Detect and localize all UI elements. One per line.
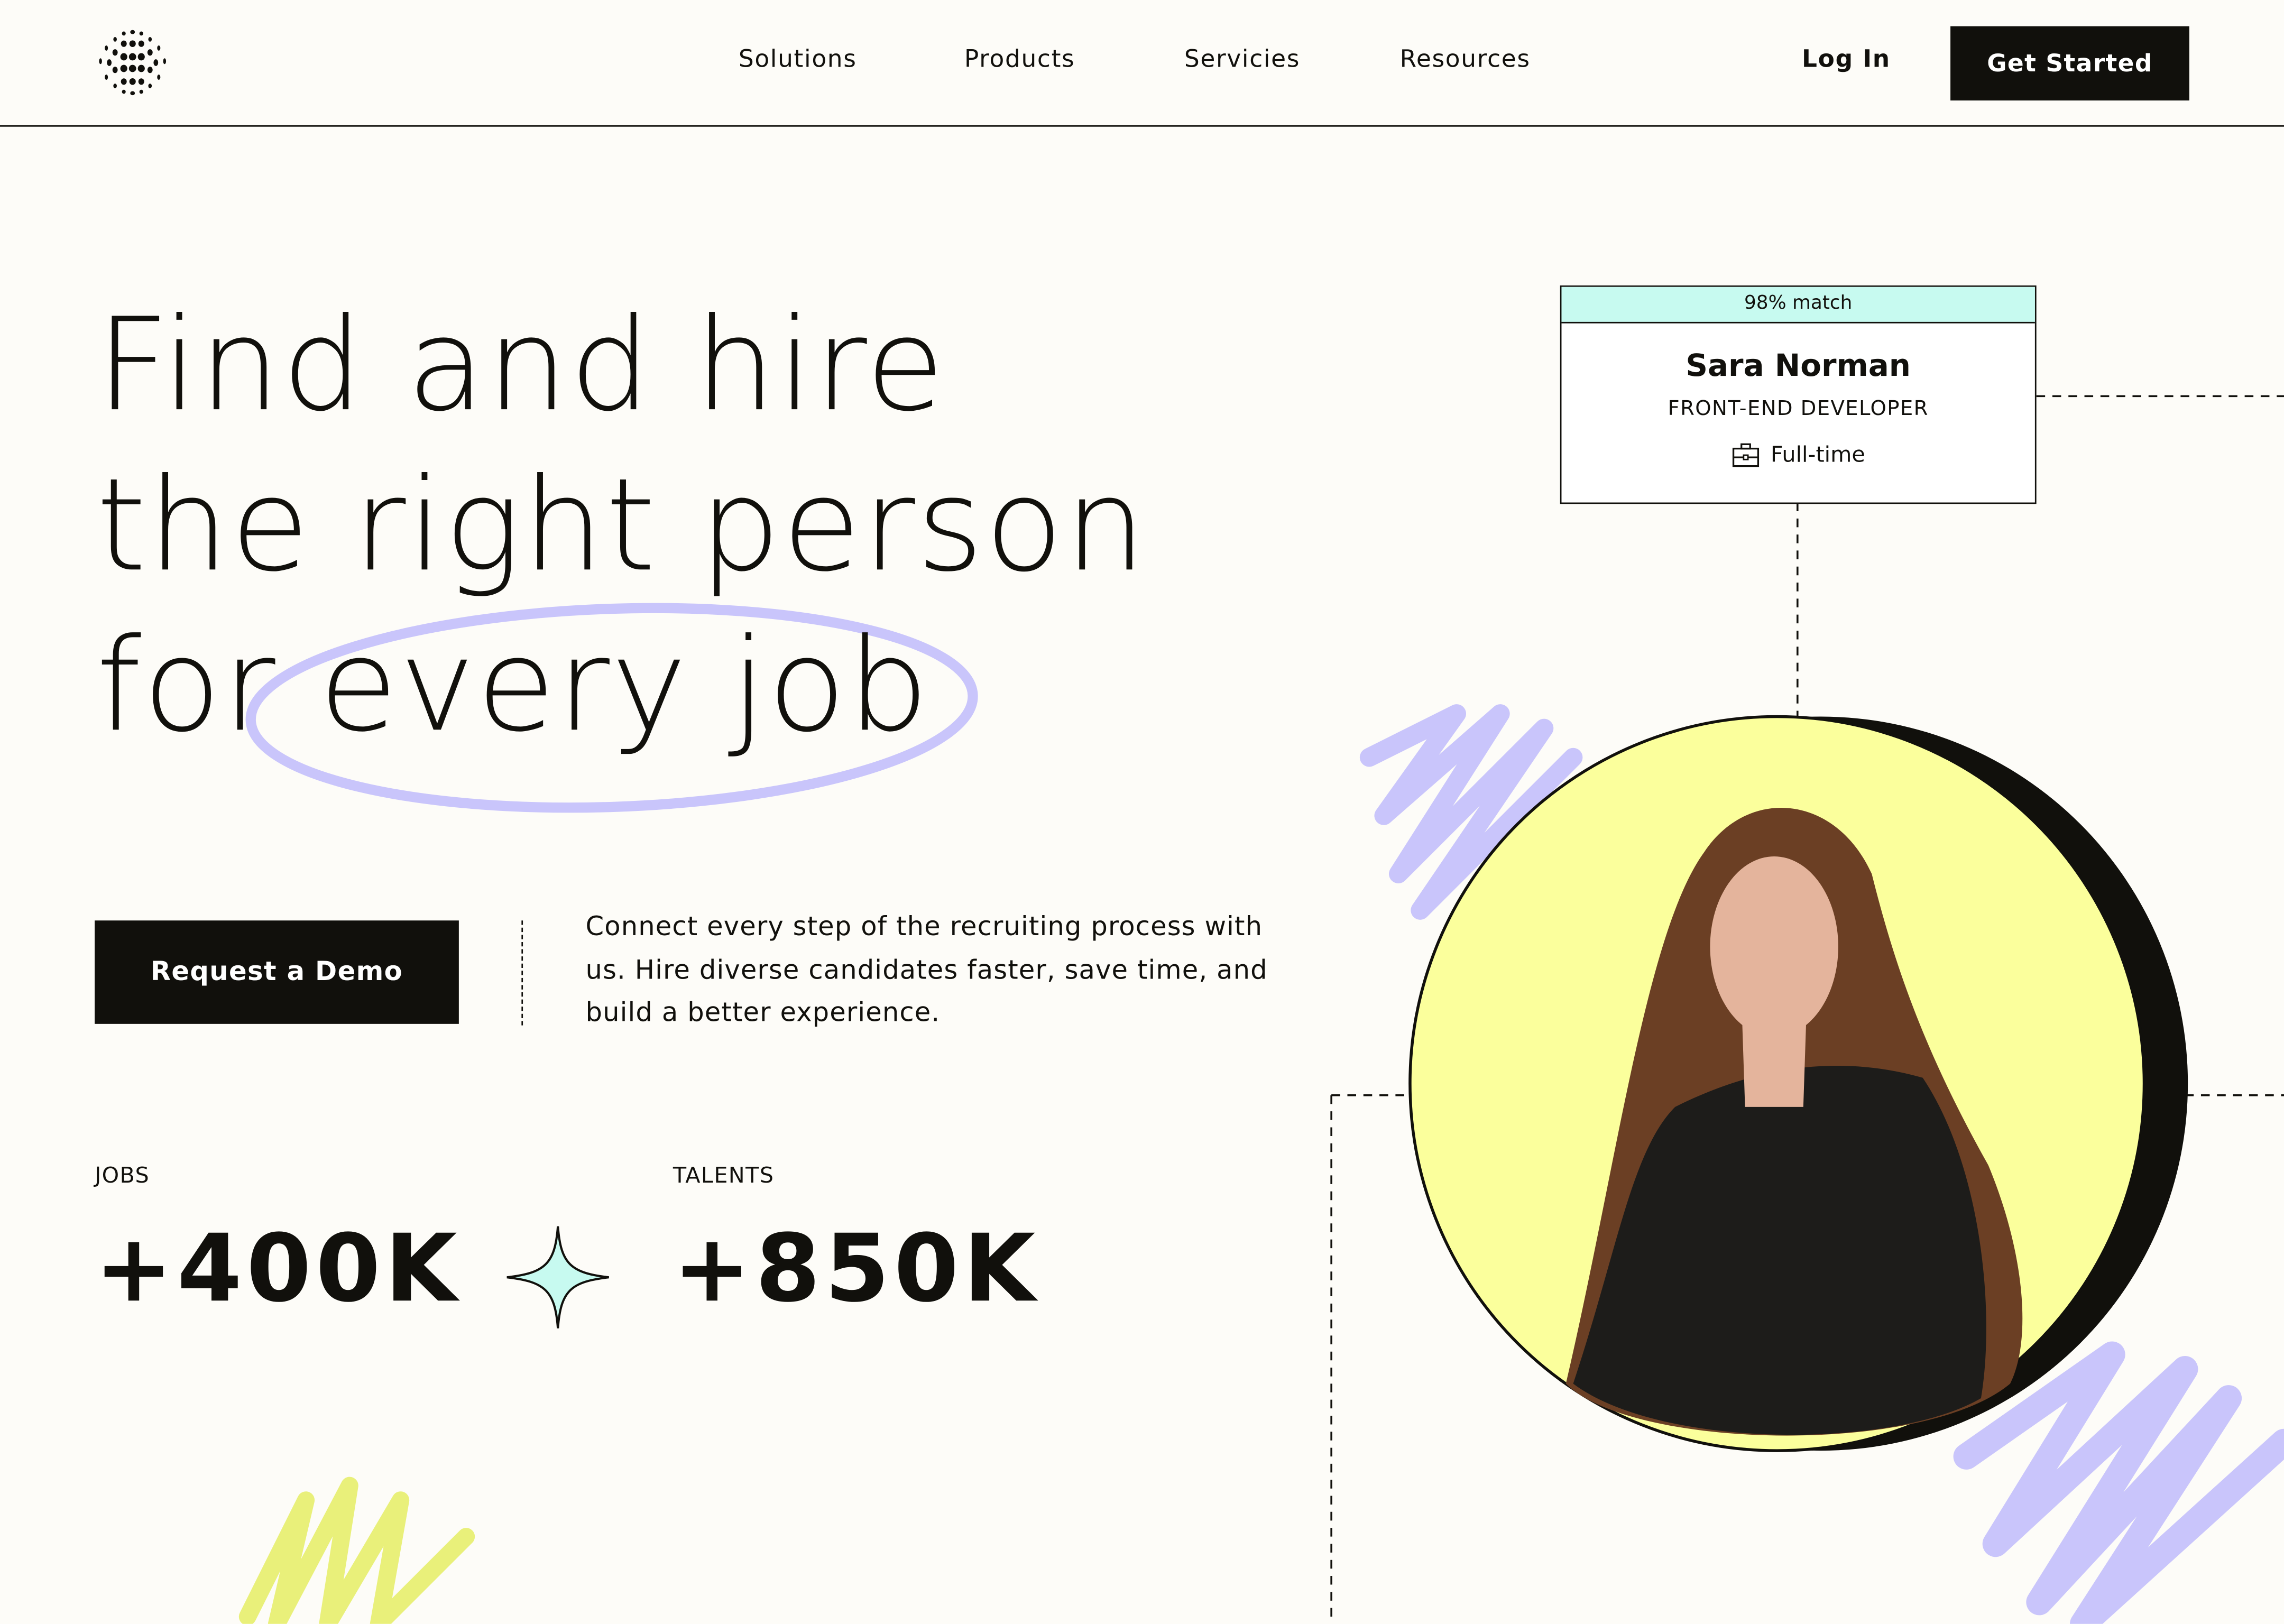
hero-headline: Find and hire the right person for every…: [96, 285, 1147, 766]
yellow-scribble: [238, 1477, 475, 1624]
candidate-role: FRONT-END DEVELOPER: [1668, 398, 1929, 421]
employment-label: Full-time: [1770, 441, 1865, 468]
decorations: [238, 395, 2284, 1624]
divider: [521, 920, 523, 1026]
stat-value-jobs: +400K: [95, 1216, 462, 1324]
request-demo-button[interactable]: Request a Demo: [95, 920, 459, 1024]
hero-description: Connect every step of the recruiting pro…: [585, 911, 1268, 1029]
candidate-name: Sara Norman: [1686, 348, 1911, 383]
headline-line-3: for every job: [96, 610, 931, 761]
sparkle-icon: [506, 1226, 609, 1328]
briefcase-icon: [1732, 442, 1758, 466]
match-badge: 98% match: [1561, 287, 2035, 324]
stat-label-jobs: JOBS: [95, 1162, 150, 1189]
stat-value-talents: +850K: [673, 1216, 1040, 1324]
employment-type: Full-time: [1561, 441, 2034, 468]
headline-line-1: Find and hire: [96, 290, 946, 440]
stat-label-talents: TALENTS: [673, 1162, 775, 1189]
landing-page: Solutions Products Servicies Resources L…: [0, 0, 2284, 1624]
candidate-card[interactable]: 98% match Sara Norman FRONT-END DEVELOPE…: [1560, 285, 2037, 504]
headline-line-2: the right person: [96, 450, 1148, 601]
